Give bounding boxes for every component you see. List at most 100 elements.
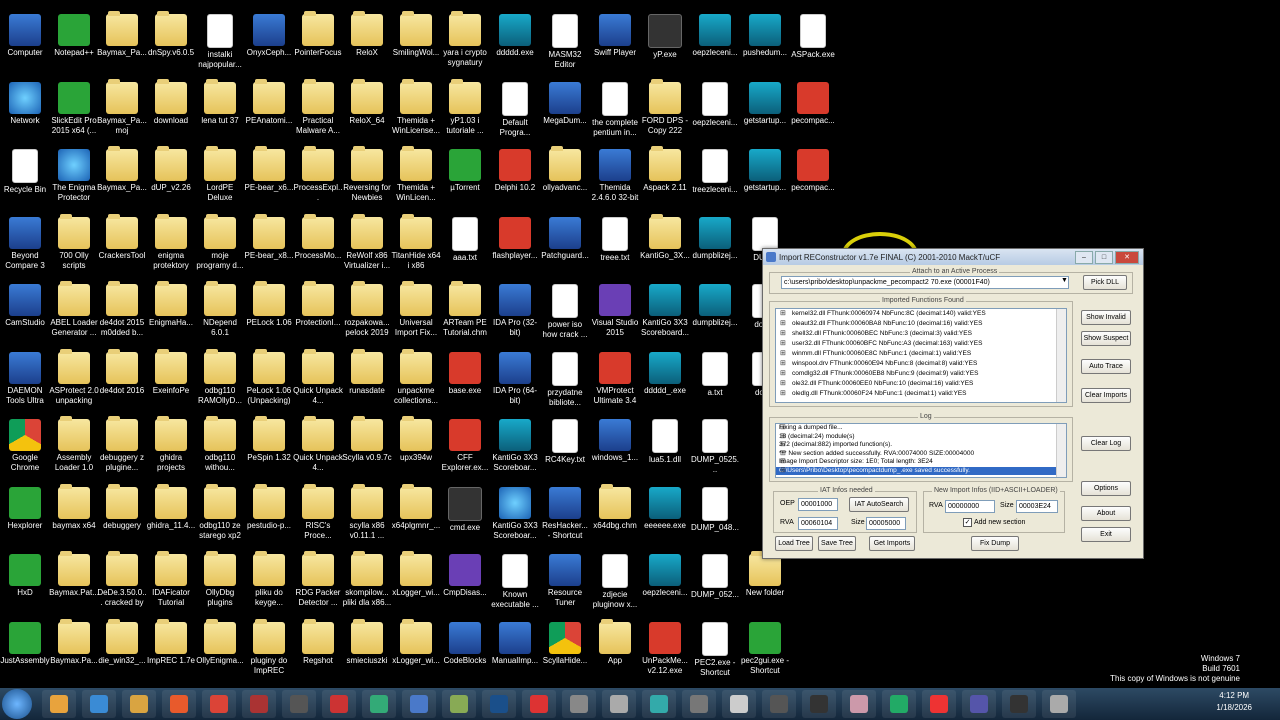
desktop-icon[interactable]: Quick Unpack 4... [293, 348, 343, 406]
add-section-checkbox[interactable]: ✓ [963, 518, 972, 527]
desktop-icon[interactable]: Regshot [293, 618, 343, 666]
desktop-icon[interactable]: KantiGo_3X... [640, 213, 690, 261]
desktop-icon[interactable]: cmd.exe [440, 486, 490, 533]
desktop-icon[interactable]: SmilingWol... [391, 11, 441, 58]
show-invalid-button[interactable]: Show Invalid [1081, 310, 1131, 325]
taskbar-app-button[interactable] [402, 690, 436, 718]
taskbar-app-button[interactable] [522, 690, 556, 718]
desktop-icon[interactable]: x64plgmnr_... [391, 483, 441, 531]
desktop-icon[interactable]: lua5.1.dll [640, 419, 690, 465]
desktop-icon[interactable]: Visual Studio 2015 [590, 284, 640, 338]
desktop-icon[interactable]: OllyDbg plugins [195, 551, 245, 608]
desktop-icon[interactable]: zdjecie pluginow x... [590, 554, 640, 610]
desktop-icon[interactable]: de4dot 2015 m0dded b... [97, 281, 147, 338]
desktop-icon[interactable]: die_win32_... [97, 618, 147, 666]
taskbar-app-button[interactable] [122, 690, 156, 718]
taskbar-app-button[interactable] [762, 690, 796, 718]
desktop-icon[interactable]: Patchguard... [540, 216, 590, 261]
desktop-icon[interactable]: windows_1... [590, 419, 640, 463]
desktop-icon[interactable]: MegaDum... [540, 81, 590, 126]
get-imports-button[interactable]: Get Imports [869, 536, 915, 551]
desktop-icon[interactable]: yara i crypto sygnatury [440, 11, 490, 68]
desktop-icon[interactable]: yP1.03 i tutoriale ... [440, 78, 490, 136]
desktop-icon[interactable]: Aspack 2.11 [640, 146, 690, 193]
desktop-icon[interactable]: oepzleceni... [640, 554, 690, 598]
desktop-icon[interactable]: Resource Tuner [540, 554, 590, 608]
desktop-icon[interactable]: 700 Olly scripts [49, 213, 99, 271]
desktop-icon[interactable]: ReloX_64 [342, 78, 392, 126]
desktop-icon[interactable]: unpackme collections... [391, 348, 441, 406]
desktop-icon[interactable]: ASPack.exe [788, 14, 838, 60]
log-list[interactable]: Fixing a dumped file...18 (decimal:24) m… [775, 423, 1067, 478]
desktop-icon[interactable]: Baymax.Pat... [49, 551, 99, 598]
desktop-icon[interactable]: odbg110 withou... [195, 416, 245, 473]
maximize-icon[interactable]: □ [1095, 251, 1113, 264]
desktop-icon[interactable]: ScyllaHide... [540, 621, 590, 666]
desktop-icon[interactable]: x64dbg.chm [590, 483, 640, 531]
desktop-icon[interactable]: Practical Malware A... [293, 78, 343, 136]
desktop-icon[interactable]: Reversing for Newbies [342, 146, 392, 203]
desktop-icon[interactable]: RISC's Proce... [293, 483, 343, 541]
new-rva-field[interactable]: 00000000 [945, 500, 995, 513]
import-row[interactable]: winmm.dll FThunk:00060E8C NbFunc:1 (deci… [776, 349, 1066, 359]
taskbar-app-button[interactable] [362, 690, 396, 718]
desktop-icon[interactable]: lena tut 37 [195, 78, 245, 126]
desktop-icon[interactable]: DUMP_0525... [690, 419, 740, 475]
desktop-icon[interactable]: Recycle Bin [0, 149, 50, 195]
pick-dll-button[interactable]: Pick DLL [1083, 275, 1127, 290]
desktop-icon[interactable]: Quick Unpack 4... [293, 416, 343, 473]
desktop-icon[interactable]: Baymax_Pa... [97, 146, 147, 193]
taskbar-app-button[interactable] [242, 690, 276, 718]
desktop-icon[interactable]: getstartup... [740, 81, 790, 126]
import-row[interactable]: ole32.dll FThunk:00060EE0 NbFunc:10 (dec… [776, 379, 1066, 389]
desktop-icon[interactable]: CrackersTool [97, 213, 147, 261]
desktop-icon[interactable]: OnyxCeph... [244, 14, 294, 58]
taskbar-app-button[interactable] [682, 690, 716, 718]
desktop-icon[interactable]: dumpblizej... [690, 216, 740, 261]
desktop-icon[interactable]: The Enigma Protector [49, 149, 99, 203]
desktop-icon[interactable]: eeeeee.exe [640, 486, 690, 531]
desktop-icon[interactable]: UnPackMe... v2.12.exe [640, 621, 690, 676]
desktop-icon[interactable]: base.exe [440, 351, 490, 396]
desktop-icon[interactable]: pecompac... [788, 149, 838, 193]
taskbar-app-button[interactable] [1042, 690, 1076, 718]
minimize-icon[interactable]: – [1075, 251, 1093, 264]
taskbar-app-button[interactable] [602, 690, 636, 718]
taskbar-app-button[interactable] [1002, 690, 1036, 718]
taskbar-app-button[interactable] [82, 690, 116, 718]
desktop-icon[interactable]: Google Chrome [0, 419, 50, 473]
desktop-icon[interactable]: odbg110 RAMOllyD... [195, 348, 245, 406]
desktop-icon[interactable]: baymax x64 [49, 483, 99, 531]
desktop-icon[interactable]: power iso how crack ... [540, 284, 590, 340]
close-icon[interactable]: ✕ [1115, 251, 1139, 264]
iat-autosearch-button[interactable]: IAT AutoSearch [849, 497, 909, 512]
desktop-icon[interactable]: Scylla v0.9.7c [342, 416, 392, 463]
desktop-icon[interactable]: DUMP_052... [690, 554, 740, 600]
desktop-icon[interactable]: PeSpin 1.32 [244, 416, 294, 463]
desktop-icon[interactable]: aaa.txt [440, 216, 490, 263]
desktop-icon[interactable]: pluginy do ImpREC [244, 618, 294, 676]
desktop-icon[interactable]: rozpakowa... pelock 2019 [342, 281, 392, 338]
desktop-icon[interactable]: the complete pentium in... [590, 81, 640, 138]
import-row[interactable]: kernel32.dll FThunk:00060974 NbFunc:8C (… [776, 309, 1066, 319]
desktop-icon[interactable]: oepzleceni... [690, 14, 740, 58]
taskbar-app-button[interactable] [442, 690, 476, 718]
desktop-icon[interactable]: IDA Pro (32-bit) [490, 284, 540, 338]
taskbar-app-button[interactable] [162, 690, 196, 718]
desktop-icon[interactable]: treezleceni... [690, 149, 740, 195]
desktop-icon[interactable]: PointerFocus [293, 11, 343, 58]
size-field[interactable]: 00005000 [866, 517, 906, 530]
desktop-icon[interactable]: flashplayer... [490, 216, 540, 261]
desktop-icon[interactable]: OllyEnigma... [195, 618, 245, 666]
desktop-icon[interactable]: EnigmaHa... [146, 281, 196, 328]
desktop-icon[interactable]: SlickEdit Pro 2015 x64 (... [49, 81, 99, 136]
desktop-icon[interactable]: xLogger_wi... [391, 618, 441, 666]
desktop-icon[interactable]: pestudio-p... [244, 483, 294, 531]
fix-dump-button[interactable]: Fix Dump [971, 536, 1019, 551]
desktop-icon[interactable]: ghidra_11.4... [146, 483, 196, 531]
desktop-icon[interactable]: App [590, 618, 640, 666]
options-button[interactable]: Options [1081, 481, 1131, 496]
chevron-down-icon[interactable]: ▼ [1061, 277, 1068, 284]
desktop-icon[interactable]: dumpblizej... [690, 284, 740, 328]
auto-trace-button[interactable]: Auto Trace [1081, 359, 1131, 374]
